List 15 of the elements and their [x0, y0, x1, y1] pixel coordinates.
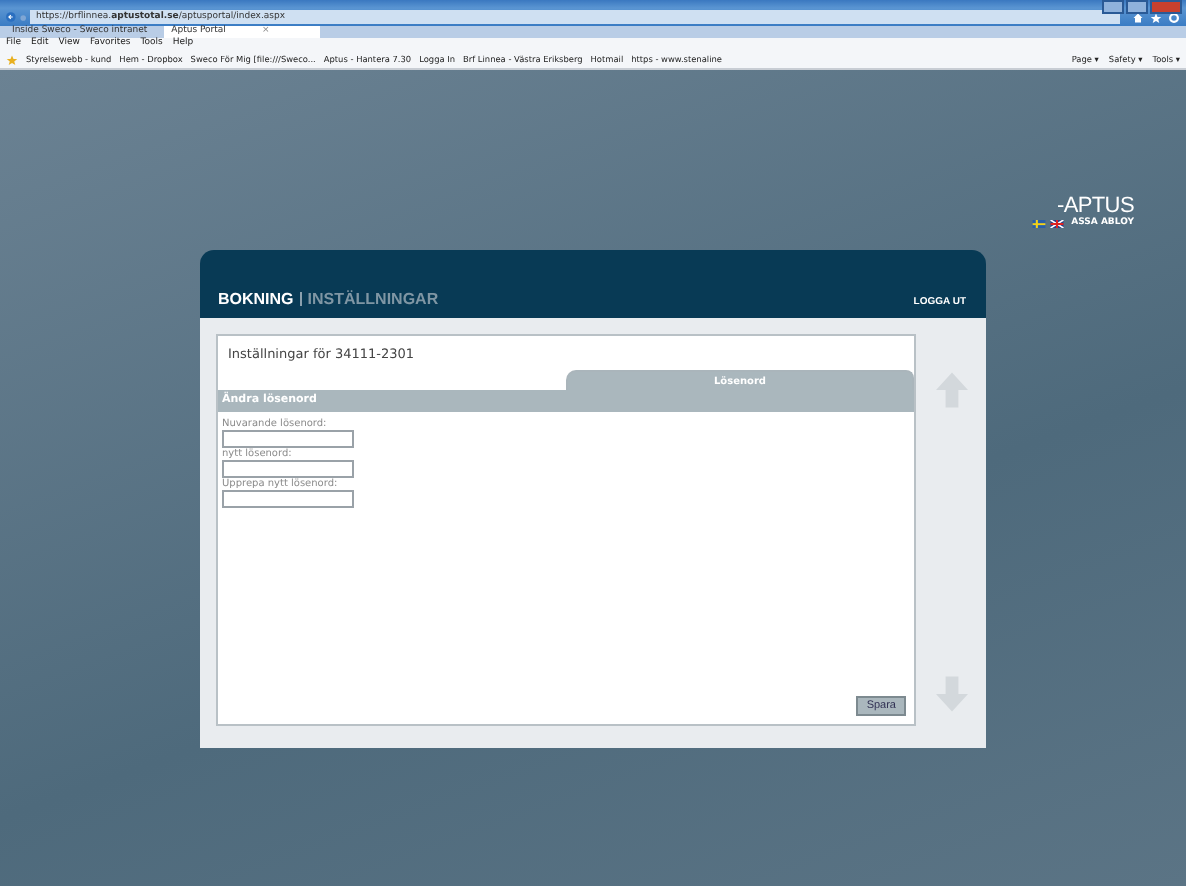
back-icon[interactable] [6, 8, 16, 26]
favorites-star-icon[interactable] [6, 53, 18, 65]
password-field[interactable] [222, 460, 354, 478]
password-field[interactable] [222, 430, 354, 448]
nav-link[interactable]: BOKNING [218, 290, 294, 308]
british-flag-icon[interactable] [1049, 219, 1064, 227]
maximize-button[interactable] [1126, 0, 1148, 14]
nav-link[interactable]: INSTÄLLNINGAR [307, 290, 439, 308]
settings-icon[interactable] [1168, 11, 1180, 23]
swedish-flag-icon[interactable] [1031, 219, 1046, 227]
star-icon[interactable] [1150, 11, 1162, 23]
home-icon[interactable] [1132, 11, 1144, 23]
aptus-logo: -APTUS [1056, 194, 1134, 218]
password-field[interactable] [222, 490, 354, 508]
minimize-button[interactable] [1102, 0, 1124, 14]
